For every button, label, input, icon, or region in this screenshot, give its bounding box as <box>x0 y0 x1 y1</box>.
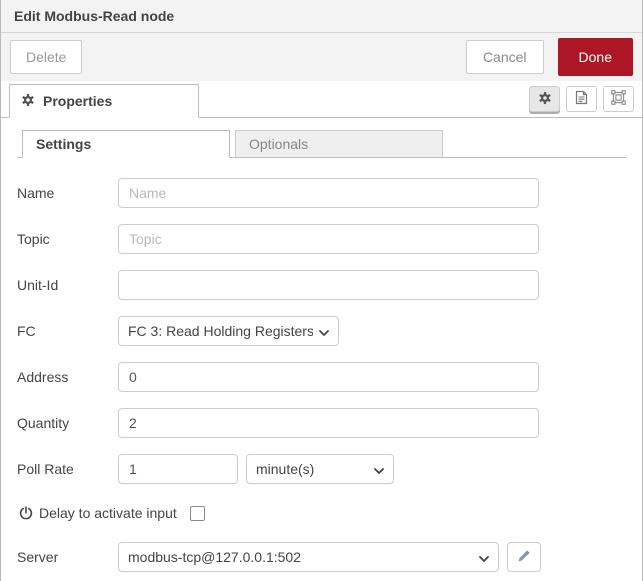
delay-label: Delay to activate input <box>39 505 177 521</box>
unit-id-label: Unit-Id <box>17 277 118 293</box>
address-input[interactable] <box>118 362 539 392</box>
unit-id-input[interactable] <box>118 270 539 300</box>
pencil-icon <box>517 549 531 566</box>
poll-rate-input[interactable] <box>118 454 238 484</box>
properties-icon-button[interactable] <box>529 86 560 112</box>
name-label: Name <box>17 185 118 201</box>
dialog-header: Edit Modbus-Read node <box>1 0 642 33</box>
description-icon-button[interactable] <box>566 86 597 112</box>
topic-row: Topic <box>17 224 626 254</box>
delete-button[interactable]: Delete <box>10 40 82 74</box>
optionals-tab-label: Optionals <box>249 136 308 152</box>
tab-settings[interactable]: Settings <box>22 130 230 158</box>
delay-checkbox[interactable] <box>190 506 205 521</box>
power-icon <box>19 506 39 520</box>
dialog-toolbar: Delete Cancel Done <box>1 33 642 81</box>
chevron-down-icon <box>374 461 384 477</box>
dialog-title: Edit Modbus-Read node <box>14 8 174 24</box>
editor-tabbar: Properties <box>1 81 642 118</box>
cancel-button[interactable]: Cancel <box>466 40 544 74</box>
chevron-down-icon <box>319 323 329 339</box>
name-row: Name <box>17 178 626 208</box>
fc-select-value: FC 3: Read Holding Registers <box>128 323 313 339</box>
tab-optionals[interactable]: Optionals <box>235 130 443 157</box>
topic-label: Topic <box>17 231 118 247</box>
quantity-row: Quantity <box>17 408 626 438</box>
fc-label: FC <box>17 323 118 339</box>
document-icon <box>575 90 588 108</box>
edit-node-dialog: Edit Modbus-Read node Delete Cancel Done… <box>0 0 643 581</box>
edit-server-button[interactable] <box>507 542 541 572</box>
settings-tabbar: Settings Optionals <box>17 130 626 158</box>
tab-properties[interactable]: Properties <box>9 84 199 118</box>
fc-select[interactable]: FC 3: Read Holding Registers <box>118 316 339 346</box>
appearance-icon <box>611 90 626 108</box>
delay-row: Delay to activate input <box>17 502 626 524</box>
chevron-down-icon <box>479 549 489 565</box>
unit-id-row: Unit-Id <box>17 270 626 300</box>
settings-tab-label: Settings <box>36 136 91 152</box>
server-label: Server <box>17 549 118 565</box>
fc-row: FC FC 3: Read Holding Registers <box>17 316 626 346</box>
settings-form: Name Topic Unit-Id FC FC 3: Read Holding… <box>1 158 642 572</box>
gear-icon <box>21 93 35 110</box>
done-button[interactable]: Done <box>558 38 633 76</box>
topic-input[interactable] <box>118 224 539 254</box>
appearance-icon-button[interactable] <box>603 86 634 112</box>
editor-buttons <box>529 86 634 112</box>
server-select[interactable]: modbus-tcp@127.0.0.1:502 <box>118 542 499 572</box>
quantity-label: Quantity <box>17 415 118 431</box>
address-row: Address <box>17 362 626 392</box>
poll-rate-unit-value: minute(s) <box>256 461 314 477</box>
server-select-value: modbus-tcp@127.0.0.1:502 <box>128 549 301 565</box>
quantity-input[interactable] <box>118 408 539 438</box>
name-input[interactable] <box>118 178 539 208</box>
poll-rate-unit-select[interactable]: minute(s) <box>246 454 394 484</box>
address-label: Address <box>17 369 118 385</box>
server-row: Server modbus-tcp@127.0.0.1:502 <box>17 542 626 572</box>
gear-icon <box>538 91 552 108</box>
poll-rate-row: Poll Rate minute(s) <box>17 454 626 484</box>
poll-rate-label: Poll Rate <box>17 461 118 477</box>
properties-tab-label: Properties <box>43 93 112 109</box>
